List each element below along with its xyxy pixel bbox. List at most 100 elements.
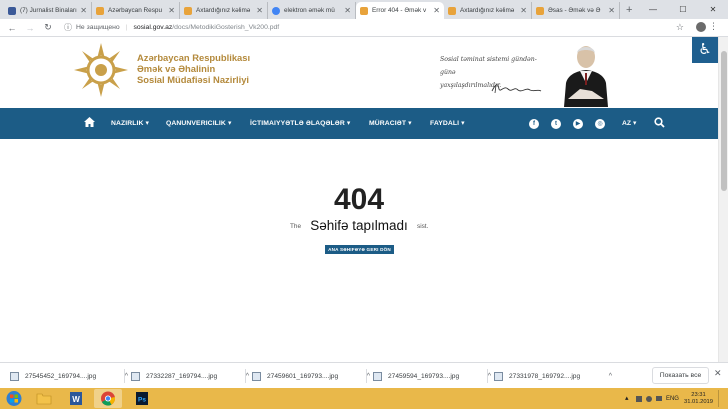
download-filename: 27331978_169792....jpg xyxy=(509,372,581,380)
divider xyxy=(245,369,246,383)
caret-down-icon: ▾ xyxy=(145,120,150,127)
browser-tab[interactable]: Əsas - Əmək və Ə ✕ xyxy=(532,2,620,19)
maximize-button[interactable]: ☐ xyxy=(668,0,698,19)
site-favicon-icon xyxy=(184,6,192,15)
new-tab-button[interactable]: + xyxy=(626,2,632,19)
download-item[interactable]: 27459594_169793....jpg ^ xyxy=(373,368,491,384)
scrollbar-thumb[interactable] xyxy=(721,51,727,191)
tab-title: elektron əmək mü xyxy=(284,7,335,14)
nav-item-nazirlik[interactable]: NAZIRLIK ▾ xyxy=(111,119,149,127)
browser-toolbar: ← → ↻ ⓘ Не защищено | sosial.gov.az/docs… xyxy=(0,19,728,37)
language-selector[interactable]: AZ ▾ xyxy=(622,119,636,127)
browser-tab[interactable]: Axtardığınız kəlimə ✕ xyxy=(444,2,532,19)
download-item[interactable]: 27545452_169794....jpg ^ xyxy=(10,368,128,384)
nav-item-ictimaiyyetle-elaqeler[interactable]: İCTIMAIYYƏTLƏ ƏLAQƏLƏR ▾ xyxy=(250,119,350,127)
show-desktop-button[interactable] xyxy=(718,390,722,407)
facebook-icon[interactable]: f xyxy=(529,119,539,129)
taskbar-app[interactable]: W xyxy=(62,389,90,408)
tab-close-icon[interactable]: ✕ xyxy=(168,6,175,15)
ministry-name-line: Əmək və Əhalinin xyxy=(137,63,216,74)
tab-close-icon[interactable]: ✕ xyxy=(80,6,87,15)
taskbar-app[interactable] xyxy=(30,389,58,408)
chevron-up-icon[interactable]: ^ xyxy=(246,373,249,380)
site-favicon-icon xyxy=(96,6,104,15)
portrait-photo xyxy=(558,39,614,107)
browser-tab[interactable]: Azərbaycan Respu ✕ xyxy=(92,2,180,19)
search-icon[interactable] xyxy=(654,117,665,128)
tab-close-icon[interactable]: ✕ xyxy=(344,6,351,15)
svg-text:W: W xyxy=(72,395,80,404)
divider xyxy=(366,369,367,383)
network-icon[interactable] xyxy=(635,395,642,402)
wheelchair-icon: ♿ xyxy=(698,41,712,58)
close-window-button[interactable]: ✕ xyxy=(698,0,728,19)
back-to-home-button[interactable]: ANA SƏHIFƏYƏ GERI DÖN xyxy=(325,245,394,254)
info-icon[interactable]: ⓘ xyxy=(64,22,72,33)
page-scrollbar[interactable] xyxy=(718,37,728,362)
web-page: Azərbaycan Respublikası Əmək və Əhalinin… xyxy=(0,37,718,362)
word-icon: W xyxy=(70,392,82,405)
show-all-downloads-button[interactable]: Показать все xyxy=(652,367,709,384)
close-icon[interactable]: ✕ xyxy=(714,368,722,379)
volume-icon[interactable] xyxy=(645,395,652,402)
power-icon[interactable] xyxy=(655,396,662,401)
download-item[interactable]: 27331978_169792....jpg ^ xyxy=(494,368,612,384)
forward-button[interactable]: → xyxy=(24,23,36,33)
browser-tab[interactable]: Axtardığınız kəlimə ✕ xyxy=(180,2,268,19)
ministry-logo[interactable] xyxy=(72,41,130,99)
nav-item-label: MÜRACIƏT xyxy=(369,120,407,127)
chevron-up-icon[interactable]: ^ xyxy=(367,373,370,380)
divider xyxy=(124,369,125,383)
taskbar-app-active[interactable] xyxy=(94,389,122,408)
site-header: Azərbaycan Respublikası Əmək və Əhalinin… xyxy=(0,37,718,107)
chevron-up-icon[interactable]: ^ xyxy=(488,373,491,380)
system-tray: ▴ ENG 23:31 31.01.2019 xyxy=(625,390,722,407)
nav-item-muraciet[interactable]: MÜRACIƏT ▾ xyxy=(369,119,412,127)
download-filename: 27545452_169794....jpg xyxy=(25,372,97,380)
clock[interactable]: 23:31 31.01.2019 xyxy=(684,392,713,406)
menu-kebab-icon[interactable]: ⋮ xyxy=(709,21,718,32)
bookmark-star-icon[interactable]: ☆ xyxy=(676,22,684,33)
tab-close-icon[interactable]: ✕ xyxy=(256,6,263,15)
address-bar[interactable]: ⓘ Не защищено | sosial.gov.az/docs/Metod… xyxy=(64,21,704,35)
caret-down-icon: ▾ xyxy=(346,120,351,127)
nav-item-faydali[interactable]: FAYDALI ▾ xyxy=(430,119,465,127)
tab-title: Axtardığınız kəlimə xyxy=(460,7,515,14)
chevron-up-icon[interactable]: ^ xyxy=(125,373,128,380)
minimize-button[interactable]: — xyxy=(638,0,668,19)
url-text: sosial.gov.az/docs/MetodikiGosterish_Vk2… xyxy=(133,24,279,31)
tab-close-icon[interactable]: ✕ xyxy=(520,6,527,15)
input-language[interactable]: ENG xyxy=(666,396,679,402)
home-icon[interactable] xyxy=(84,117,95,127)
tray-up-arrow-icon[interactable]: ▴ xyxy=(625,395,632,402)
browser-tab[interactable]: (7) Jurnalist Binaları ✕ xyxy=(4,2,92,19)
accessibility-button[interactable]: ♿ xyxy=(692,37,718,63)
error-code: 404 xyxy=(333,183,385,216)
twitter-icon[interactable]: t xyxy=(551,119,561,129)
address-separator: | xyxy=(125,24,128,31)
download-item[interactable]: 27459601_169793....jpg ^ xyxy=(252,368,370,384)
browser-tab-active[interactable]: Error 404 - Əmək v ✕ xyxy=(356,2,444,19)
back-button[interactable]: ← xyxy=(6,23,18,33)
instagram-icon[interactable]: ◎ xyxy=(595,119,605,129)
image-file-icon xyxy=(131,371,140,381)
taskbar-app[interactable]: Ps xyxy=(128,389,156,408)
tab-close-icon[interactable]: ✕ xyxy=(433,6,440,15)
download-shelf: 27545452_169794....jpg ^ 27332287_169794… xyxy=(0,362,728,388)
tab-close-icon[interactable]: ✕ xyxy=(608,6,615,15)
start-button[interactable] xyxy=(2,390,26,407)
browser-tab[interactable]: elektron əmək mü ✕ xyxy=(268,2,356,19)
nav-item-qanunvericilik[interactable]: QANUNVERICILIK ▾ xyxy=(166,119,231,127)
windows-taskbar: W Ps ▴ ENG 23:31 31.01.2019 xyxy=(0,388,728,409)
profile-avatar[interactable] xyxy=(696,22,706,32)
youtube-icon[interactable]: ▶ xyxy=(573,119,583,129)
image-file-icon xyxy=(252,371,261,381)
tab-title: Azərbaycan Respu xyxy=(108,7,162,14)
download-item[interactable]: 27332287_169794....jpg ^ xyxy=(131,368,249,384)
chevron-up-icon[interactable]: ^ xyxy=(609,373,612,380)
language-label: AZ xyxy=(622,120,632,127)
site-favicon-icon xyxy=(360,6,368,15)
reload-button[interactable]: ↻ xyxy=(42,22,54,33)
download-filename: 27459594_169793....jpg xyxy=(388,372,460,380)
nav-item-label: NAZIRLIK xyxy=(111,120,144,127)
